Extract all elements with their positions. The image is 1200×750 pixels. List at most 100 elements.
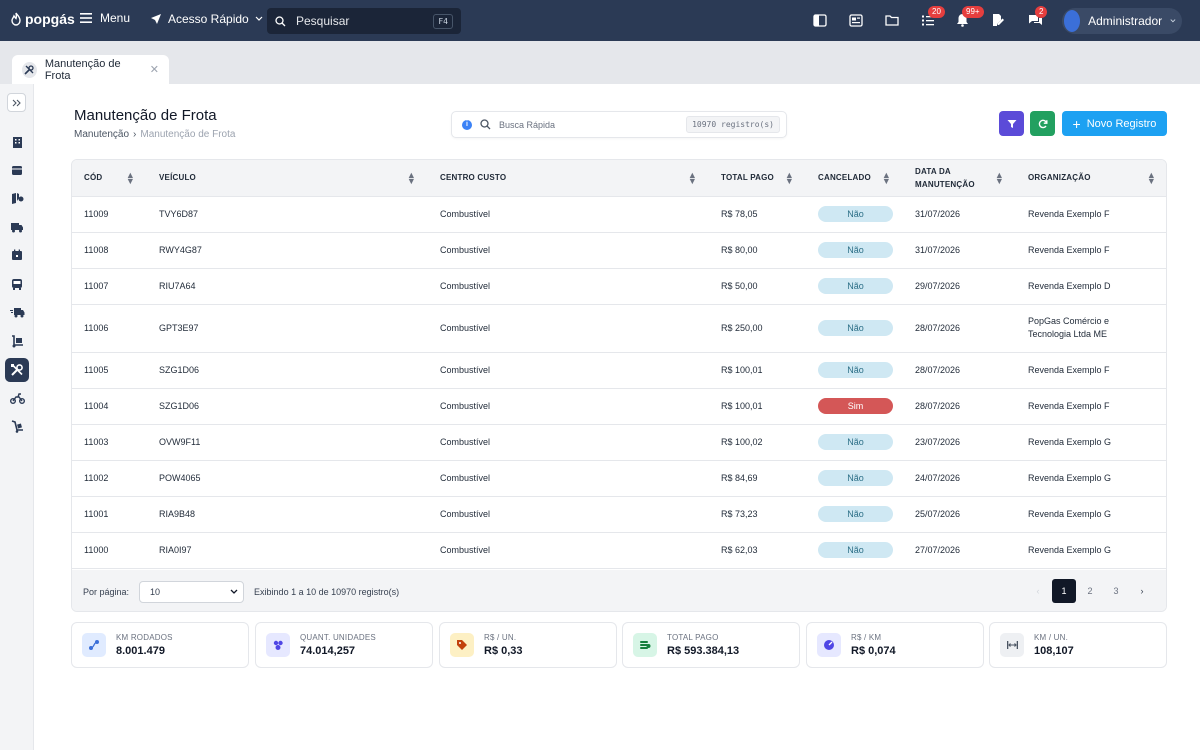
kpi-value: R$ 0,074	[851, 645, 896, 657]
user-menu[interactable]: Administrador	[1062, 8, 1182, 34]
cell-org: Revenda Exemplo F	[1016, 352, 1166, 389]
page-button-2[interactable]: 2	[1078, 579, 1102, 603]
chat-icon[interactable]: 2	[1027, 6, 1048, 28]
new-record-button[interactable]: + Novo Registro	[1062, 111, 1167, 136]
quick-access-button[interactable]: Acesso Rápido	[150, 12, 263, 26]
bus-icon[interactable]	[5, 272, 29, 296]
table-row[interactable]: 11000 RIA0I97 Combustível R$ 62,03 Não 27/07/…	[72, 532, 1166, 569]
hand-truck-icon[interactable]	[5, 414, 29, 438]
kpi-card: KM / Un. 108,107	[989, 622, 1167, 668]
cell-cancelado: Não	[806, 352, 903, 389]
quick-access-label: Acesso Rápido	[168, 12, 249, 26]
quick-search-input[interactable]: i Busca Rápida 10970 registro(s)	[451, 111, 787, 138]
hamburger-icon	[80, 13, 92, 23]
sort-icon[interactable]: ▲ ▼	[785, 170, 794, 185]
cell-value: 11008	[84, 245, 109, 255]
table-row[interactable]: 11009 TVY6D87 Combustível R$ 78,05 Não 31/07/…	[72, 196, 1166, 233]
info-icon[interactable]: i	[462, 119, 472, 130]
refresh-button[interactable]	[1030, 111, 1055, 136]
folder-icon[interactable]	[884, 12, 900, 28]
breadcrumb-item-manutencao[interactable]: Manutenção	[74, 129, 129, 140]
motorcycle-icon[interactable]	[5, 386, 29, 410]
page-button-3[interactable]: 3	[1104, 579, 1128, 603]
cell-value: Combustível	[440, 245, 491, 255]
kpi-text: R$ / KM R$ 0,074	[851, 633, 896, 657]
per-page-select[interactable]: 10	[139, 580, 245, 603]
table-row[interactable]: 11002 POW4065 Combustível R$ 84,69 Não 24/07/…	[72, 460, 1166, 497]
table-row[interactable]: 11004 SZG1D06 Combustível R$ 100,01 Sim 28/07…	[72, 388, 1166, 425]
cell-centro: Combustível	[428, 388, 709, 425]
cell-centro: Combustível	[428, 532, 709, 569]
panel-icon[interactable]	[812, 12, 828, 28]
cell-total: R$ 250,00	[709, 304, 806, 353]
cell-value: Revenda Exemplo F	[1028, 364, 1110, 375]
table-row[interactable]: 11006 GPT3E97 Combustível R$ 250,00 Não 28/07…	[72, 304, 1166, 353]
top-bar: popgás Menu Acesso Rápido Pesquisar F4 2…	[0, 0, 1200, 41]
global-search-input[interactable]: Pesquisar F4	[267, 8, 461, 34]
building-icon[interactable]	[5, 130, 29, 154]
cell-value: 11003	[84, 437, 109, 447]
cell-veiculo: POW4065	[147, 460, 428, 497]
cell-value: 11004	[84, 401, 109, 411]
column-header-cancelado[interactable]: Cancelado ▲ ▼	[806, 160, 903, 197]
prev-page-button[interactable]: ‹	[1026, 579, 1050, 603]
column-header-veiculo[interactable]: Veículo ▲ ▼	[147, 160, 428, 197]
sort-icon[interactable]: ▲ ▼	[688, 170, 697, 185]
cell-cod: 11007	[72, 268, 147, 305]
page-button-1[interactable]: 1	[1052, 579, 1076, 603]
cell-value: Revenda Exemplo G	[1028, 436, 1112, 447]
sort-icon[interactable]: ▲ ▼	[407, 170, 416, 185]
cell-org: Revenda Exemplo F	[1016, 196, 1166, 233]
cell-value: Combustível	[440, 437, 491, 447]
cell-cod: 11006	[72, 304, 147, 353]
expand-sidebar-button[interactable]	[7, 93, 26, 112]
cell-value: R$ 100,02	[721, 437, 763, 447]
map-pin-icon[interactable]	[5, 186, 29, 210]
per-page-label: Por página:	[83, 586, 130, 597]
news-icon[interactable]	[848, 12, 864, 28]
sidebar-item-manutencao[interactable]	[5, 358, 29, 382]
cell-cancelado: Não	[806, 532, 903, 569]
kpi-value: 8.001.479	[116, 645, 165, 657]
bell-icon[interactable]: 99+	[954, 6, 984, 28]
table-row[interactable]: 11003 OVW9F11 Combustível R$ 100,02 Não 23/07…	[72, 424, 1166, 461]
cell-centro: Combustível	[428, 304, 709, 353]
sort-icon[interactable]: ▲ ▼	[1147, 170, 1156, 185]
column-header-centro-custo[interactable]: Centro Custo ▲ ▼	[428, 160, 709, 197]
column-header-total-pago[interactable]: Total Pago ▲ ▼	[709, 160, 806, 197]
column-header-organizacao[interactable]: Organização ▲ ▼	[1016, 160, 1166, 197]
close-icon[interactable]: ✕	[150, 63, 159, 76]
cell-data: 25/07/2026	[903, 496, 1016, 533]
status-badge: Não	[818, 320, 893, 336]
filter-button[interactable]	[999, 111, 1024, 136]
table-row[interactable]: 11007 RIU7A64 Combustível R$ 50,00 Não 29/07/…	[72, 268, 1166, 305]
sort-icon[interactable]: ▲ ▼	[126, 170, 135, 185]
tasks-icon[interactable]: 20	[920, 6, 945, 28]
kpi-text: Total Pago R$ 593.384,13	[667, 633, 739, 657]
cell-org: Revenda Exemplo G	[1016, 460, 1166, 497]
tab-manutencao-frota[interactable]: Manutenção de Frota ✕	[12, 55, 169, 84]
logo[interactable]: popgás	[10, 11, 75, 27]
menu-button[interactable]: Menu	[80, 11, 130, 25]
next-page-button[interactable]: ›	[1130, 579, 1154, 603]
delivery-truck-icon[interactable]	[5, 300, 29, 324]
cell-cod: 11000	[72, 532, 147, 569]
cell-data: 27/07/2026	[903, 532, 1016, 569]
table-row[interactable]: 11008 RWY4G87 Combustível R$ 80,00 Não 31/07/…	[72, 232, 1166, 269]
cell-value: Revenda Exemplo G	[1028, 544, 1112, 555]
box-icon[interactable]	[5, 158, 29, 182]
per-page-value: 10	[150, 586, 161, 597]
cell-value: 24/07/2026	[915, 473, 961, 483]
calendar-icon[interactable]	[5, 243, 29, 267]
cell-value: R$ 78,05	[721, 209, 758, 219]
sort-icon[interactable]: ▲ ▼	[882, 170, 891, 185]
column-header-data[interactable]: Data da Manutenção ▲ ▼	[903, 160, 1016, 197]
column-header-cod[interactable]: Cód ▲ ▼	[72, 160, 147, 197]
table-row[interactable]: 11005 SZG1D06 Combustível R$ 100,01 Não 28/07…	[72, 352, 1166, 389]
truck-icon[interactable]	[5, 215, 29, 239]
dolly-icon[interactable]	[5, 329, 29, 353]
table-row[interactable]: 11001 RIA9B48 Combustível R$ 73,23 Não 25/07/…	[72, 496, 1166, 533]
cell-value: POW4065	[159, 473, 201, 483]
edit-document-icon[interactable]	[990, 12, 1006, 28]
sort-icon[interactable]: ▲ ▼	[995, 170, 1004, 185]
